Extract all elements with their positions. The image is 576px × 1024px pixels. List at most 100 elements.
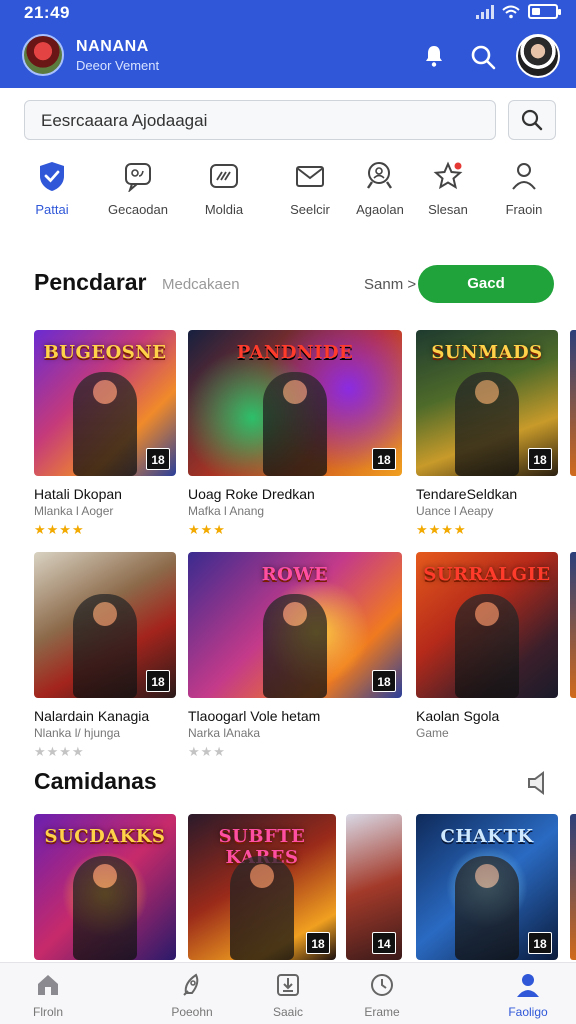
hero-figure [455, 594, 519, 698]
status-time: 21:49 [24, 3, 70, 22]
search-icon [521, 109, 543, 131]
game-card[interactable]: CHAKTK 18 [416, 814, 558, 960]
app-logo[interactable] [22, 34, 64, 76]
age-rating-badge: 18 [372, 670, 396, 692]
hero-figure [73, 594, 137, 698]
app-subtitle: Deeor Vement [76, 58, 160, 73]
age-rating-badge: 14 [372, 932, 396, 954]
hero-figure [455, 856, 519, 960]
game-card[interactable]: 14 [346, 814, 402, 960]
game-thumbnail: BUGEOSNE 18 [34, 330, 176, 476]
mail-icon [296, 166, 324, 187]
speaker-icon[interactable] [526, 770, 554, 796]
rocket-icon [183, 973, 199, 996]
category-moldia[interactable]: Moldia [182, 160, 266, 217]
game-card[interactable]: ROWE 18 Tlaoogarl Vole hetam Narka lAnak… [188, 552, 402, 760]
download-icon [277, 974, 299, 996]
nav-saaic[interactable]: Saaic [240, 971, 336, 1019]
game-art-title: ROWE [261, 564, 329, 585]
game-thumbnail: SUBFTE KARES 18 [188, 814, 336, 960]
home-icon [38, 975, 58, 995]
nav-erame[interactable]: Erame [334, 971, 430, 1019]
category-fraoin[interactable]: Fraoin [482, 160, 566, 217]
rating-stars: ★★★★ [34, 744, 85, 759]
status-icons [476, 4, 561, 19]
hero-figure [263, 372, 327, 476]
game-card[interactable]: BUGEOSNE 18 Hatali Dkopan Mlanka l Aoger… [34, 330, 176, 538]
signal-icon [476, 4, 494, 19]
category-gecaodan[interactable]: Gecaodan [96, 160, 180, 217]
game-thumbnail: PANDNIDE 18 [188, 330, 402, 476]
game-card[interactable]: SURRALGIE Kaolan Sgola Game [416, 552, 558, 740]
age-rating-badge: 18 [528, 448, 552, 470]
search-icon[interactable] [470, 44, 496, 70]
user-avatar[interactable] [516, 34, 560, 78]
chat-icon [125, 163, 151, 192]
star-icon [433, 161, 463, 190]
search-placeholder: Eesrcaaara Ajodaagai [41, 111, 208, 130]
game-card[interactable]: 18 Nalardain Kanagia Nlanka l/ hjunga ★★… [34, 552, 176, 760]
game-thumbnail: SUNMADS 18 [416, 330, 558, 476]
game-title: TendareSeldkan [416, 486, 518, 502]
category-label: Gecaodan [108, 202, 168, 217]
game-card[interactable]: SUNMADS 18 TendareSeldkan Uance l Aeapy … [416, 330, 558, 538]
nav-label: Poeohn [171, 1005, 213, 1019]
rating-stars: ★★★★ [34, 522, 85, 537]
game-card[interactable]: PANDNIDE 18 Uoag Roke Dredkan Mafka l An… [188, 330, 402, 538]
nav-label: Flroln [32, 1005, 63, 1019]
category-label: Fraoin [505, 202, 543, 217]
search-input[interactable]: Eesrcaaara Ajodaagai [24, 100, 496, 140]
game-art-title: BUGEOSNE [43, 342, 167, 363]
nav-label: Faoligo [508, 1005, 548, 1019]
hero-figure [263, 594, 327, 698]
game-thumbnail: 18 [34, 552, 176, 698]
rating-stars: ★★★ [188, 522, 226, 537]
hero-figure [455, 372, 519, 476]
game-art-title: CHAKTK [440, 826, 534, 847]
next-card-peek[interactable] [570, 330, 576, 476]
bell-icon[interactable] [422, 44, 446, 68]
hero-figure [73, 856, 137, 960]
game-art-title: SURRALGIE [423, 564, 551, 585]
game-art-title: PANDNIDE [236, 342, 354, 363]
search-button[interactable] [508, 100, 556, 140]
game-card[interactable]: SUBFTE KARES 18 [188, 814, 336, 960]
game-card[interactable]: SUCDAKKS [34, 814, 176, 960]
age-rating-badge: 18 [372, 448, 396, 470]
nav-profile[interactable]: Faoligo [480, 971, 576, 1019]
game-developer: Narka lAnaka [188, 726, 261, 740]
game-art-title: SUNMADS [431, 342, 543, 363]
category-label: Slesan [428, 202, 468, 217]
game-title: Nalardain Kanagia [34, 708, 150, 724]
hero-figure [230, 856, 294, 960]
nav-poeohn[interactable]: Poeohn [144, 971, 240, 1019]
rating-stars: ★★★ [188, 744, 226, 759]
age-rating-badge: 18 [146, 448, 170, 470]
battery-icon [528, 4, 561, 19]
category-pattai[interactable]: Pattai [10, 160, 94, 217]
next-card-peek[interactable] [570, 814, 576, 960]
app-header: 21:49 NANANA Deeor Vement [0, 0, 576, 88]
gamepad-icon [210, 164, 238, 188]
get-button[interactable]: Gacd [418, 265, 554, 303]
bottom-nav: Flroln Poeohn Saaic Erame Faoligo [0, 962, 576, 1024]
game-title: Hatali Dkopan [34, 486, 122, 502]
see-all-link[interactable]: Sanm > [364, 276, 416, 293]
game-thumbnail: CHAKTK 18 [416, 814, 558, 960]
game-title: Kaolan Sgola [416, 708, 500, 724]
section-subtitle: Medcakaen [162, 276, 240, 293]
wifi-icon [502, 5, 520, 18]
category-slesan[interactable]: Slesan [406, 160, 490, 217]
clock-icon [371, 974, 393, 996]
person-icon [512, 163, 536, 190]
next-card-peek[interactable] [570, 552, 576, 698]
age-rating-badge: 18 [528, 932, 552, 954]
search-user-icon [367, 162, 392, 189]
age-rating-badge: 18 [146, 670, 170, 692]
app-name: NANANA [76, 38, 149, 55]
game-thumbnail: 14 [346, 814, 402, 960]
category-row: Pattai Gecaodan Moldia Seelcir Agaolan S… [10, 160, 566, 224]
section-title: Pencdarar [34, 269, 147, 295]
nav-home[interactable]: Flroln [0, 971, 96, 1019]
category-label: Moldia [204, 202, 244, 217]
